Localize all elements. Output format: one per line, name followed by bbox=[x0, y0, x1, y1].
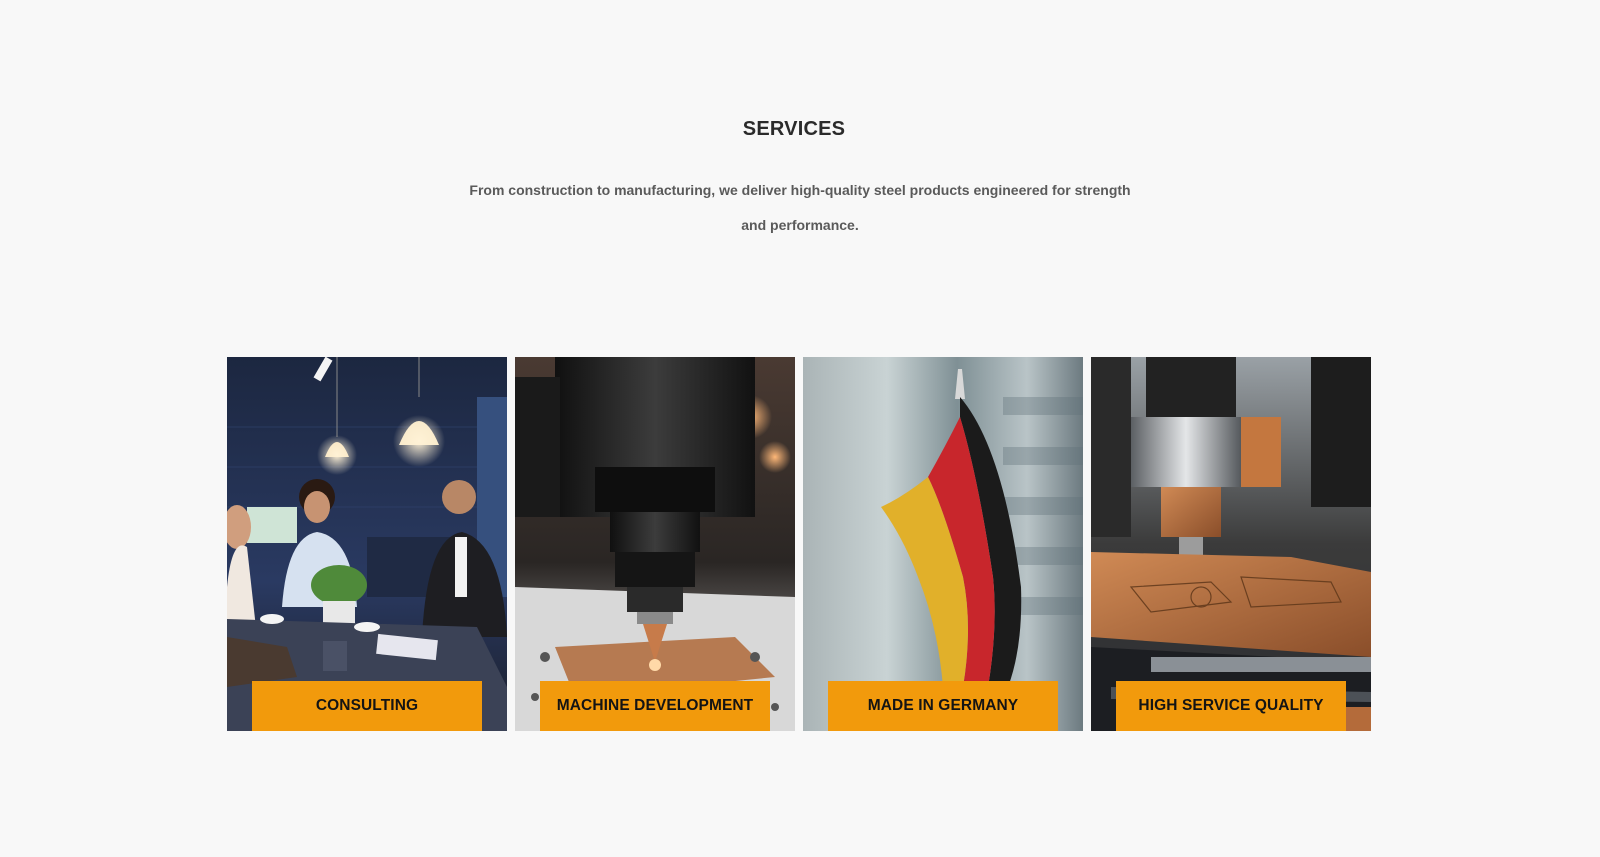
services-section: SERVICES From construction to manufactur… bbox=[0, 0, 1600, 857]
service-card-high-service-quality[interactable]: HIGH SERVICE QUALITY bbox=[1091, 357, 1371, 731]
cnc-machining-image bbox=[1091, 357, 1371, 731]
services-heading: SERVICES bbox=[742, 118, 846, 140]
card-label-made-in-germany: MADE IN GERMANY bbox=[828, 681, 1058, 731]
service-card-consulting[interactable]: CONSULTING bbox=[227, 357, 507, 731]
service-cards: CONSULTING MACHINE DEVELOPMENT MADE IN G… bbox=[227, 357, 1371, 731]
service-card-machine-development[interactable]: MACHINE DEVELOPMENT bbox=[515, 357, 795, 731]
card-label-consulting: CONSULTING bbox=[252, 681, 482, 731]
business-meeting-image bbox=[227, 357, 507, 731]
card-label-high-service-quality: HIGH SERVICE QUALITY bbox=[1116, 681, 1346, 731]
cnc-spindle-image bbox=[515, 357, 795, 731]
services-subtitle: From construction to manufacturing, we d… bbox=[469, 182, 1131, 233]
german-flag-image bbox=[803, 357, 1083, 731]
card-label-machine-development: MACHINE DEVELOPMENT bbox=[540, 681, 770, 731]
service-card-made-in-germany[interactable]: MADE IN GERMANY bbox=[803, 357, 1083, 731]
